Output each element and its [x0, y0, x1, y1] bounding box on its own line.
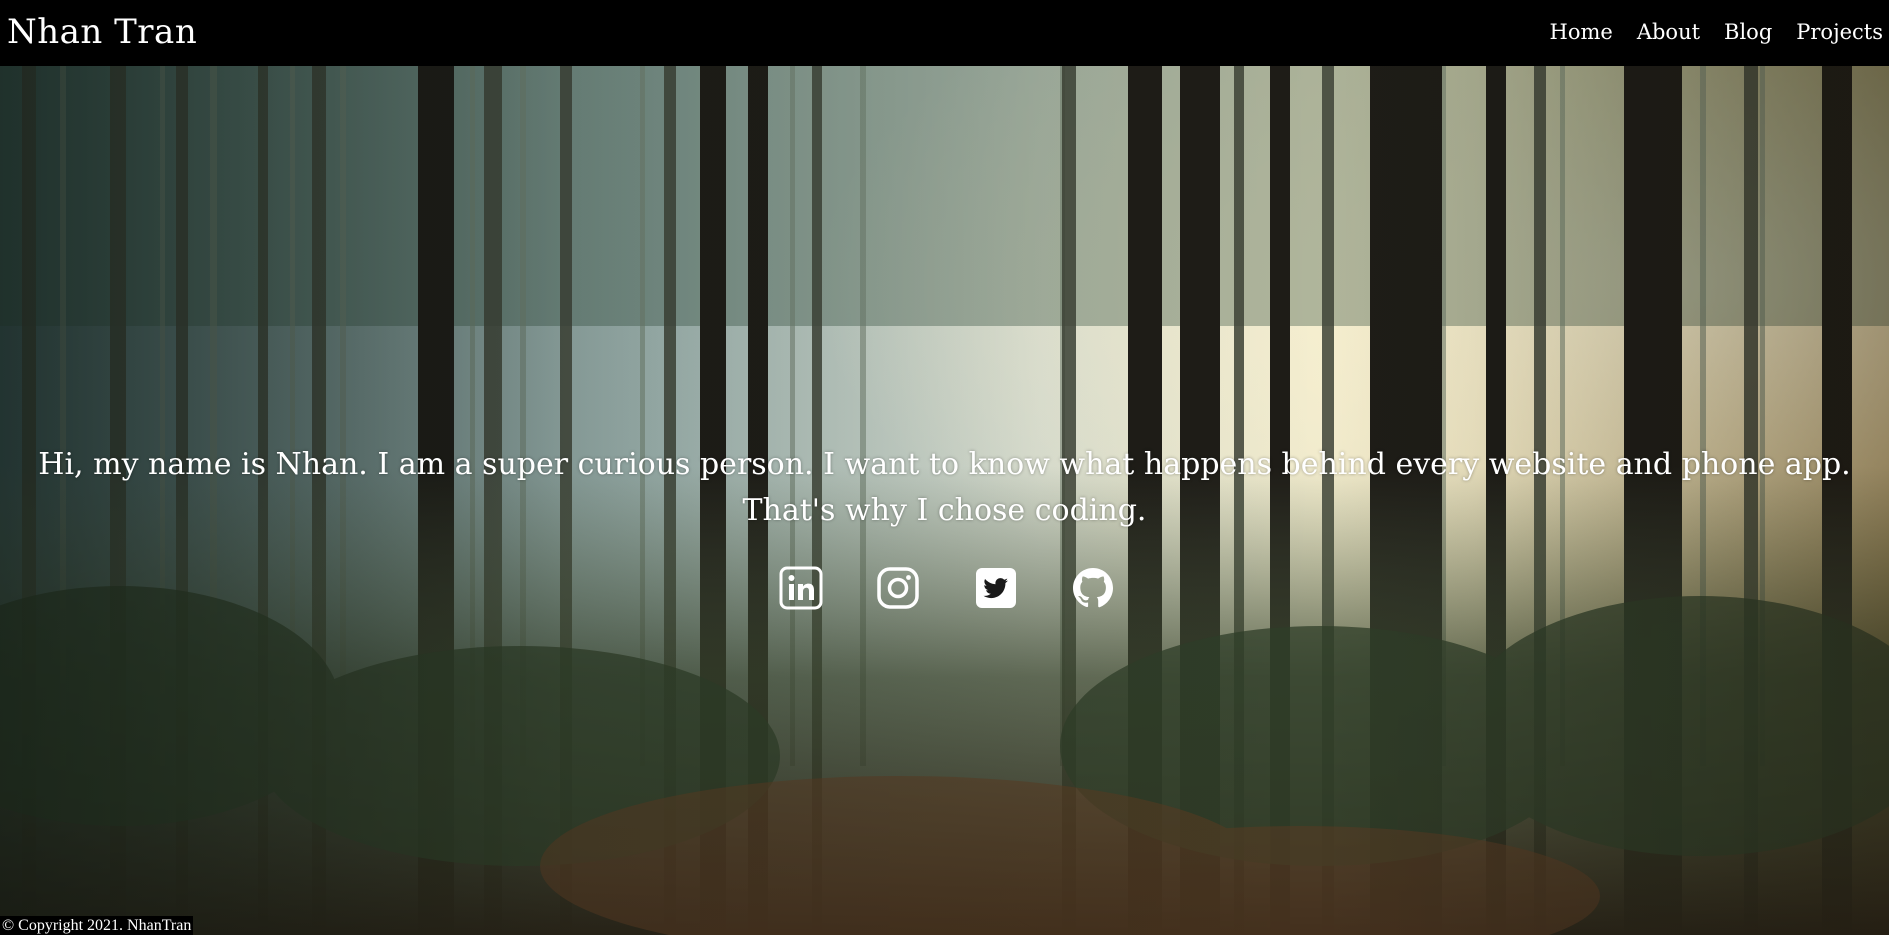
- nav-link-home[interactable]: Home: [1550, 17, 1613, 47]
- github-link[interactable]: [1066, 561, 1120, 615]
- copyright-text: © Copyright 2021. NhanTran: [0, 916, 194, 935]
- intro-line-2: That's why I chose coding.: [742, 493, 1147, 528]
- nav-menu: Home About Blog Projects: [1550, 17, 1884, 47]
- nav-link-blog[interactable]: Blog: [1724, 17, 1772, 47]
- intro-line-1: Hi, my name is Nhan. I am a super curiou…: [38, 447, 1851, 482]
- site-brand[interactable]: Nhan Tran: [7, 10, 197, 54]
- hero-section: Hi, my name is Nhan. I am a super curiou…: [0, 66, 1889, 935]
- instagram-link[interactable]: [871, 561, 925, 615]
- social-links: [774, 561, 1120, 615]
- instagram-icon: [877, 567, 920, 609]
- nav-link-about[interactable]: About: [1637, 17, 1700, 47]
- github-icon: [1072, 568, 1113, 608]
- twitter-icon: [975, 568, 1016, 608]
- linkedin-icon: [779, 566, 823, 610]
- intro-text: Hi, my name is Nhan. I am a super curiou…: [30, 442, 1859, 534]
- nav-link-projects[interactable]: Projects: [1796, 17, 1883, 47]
- twitter-link[interactable]: [969, 561, 1023, 615]
- linkedin-link[interactable]: [774, 561, 828, 615]
- navbar: Nhan Tran Home About Blog Projects: [0, 0, 1889, 66]
